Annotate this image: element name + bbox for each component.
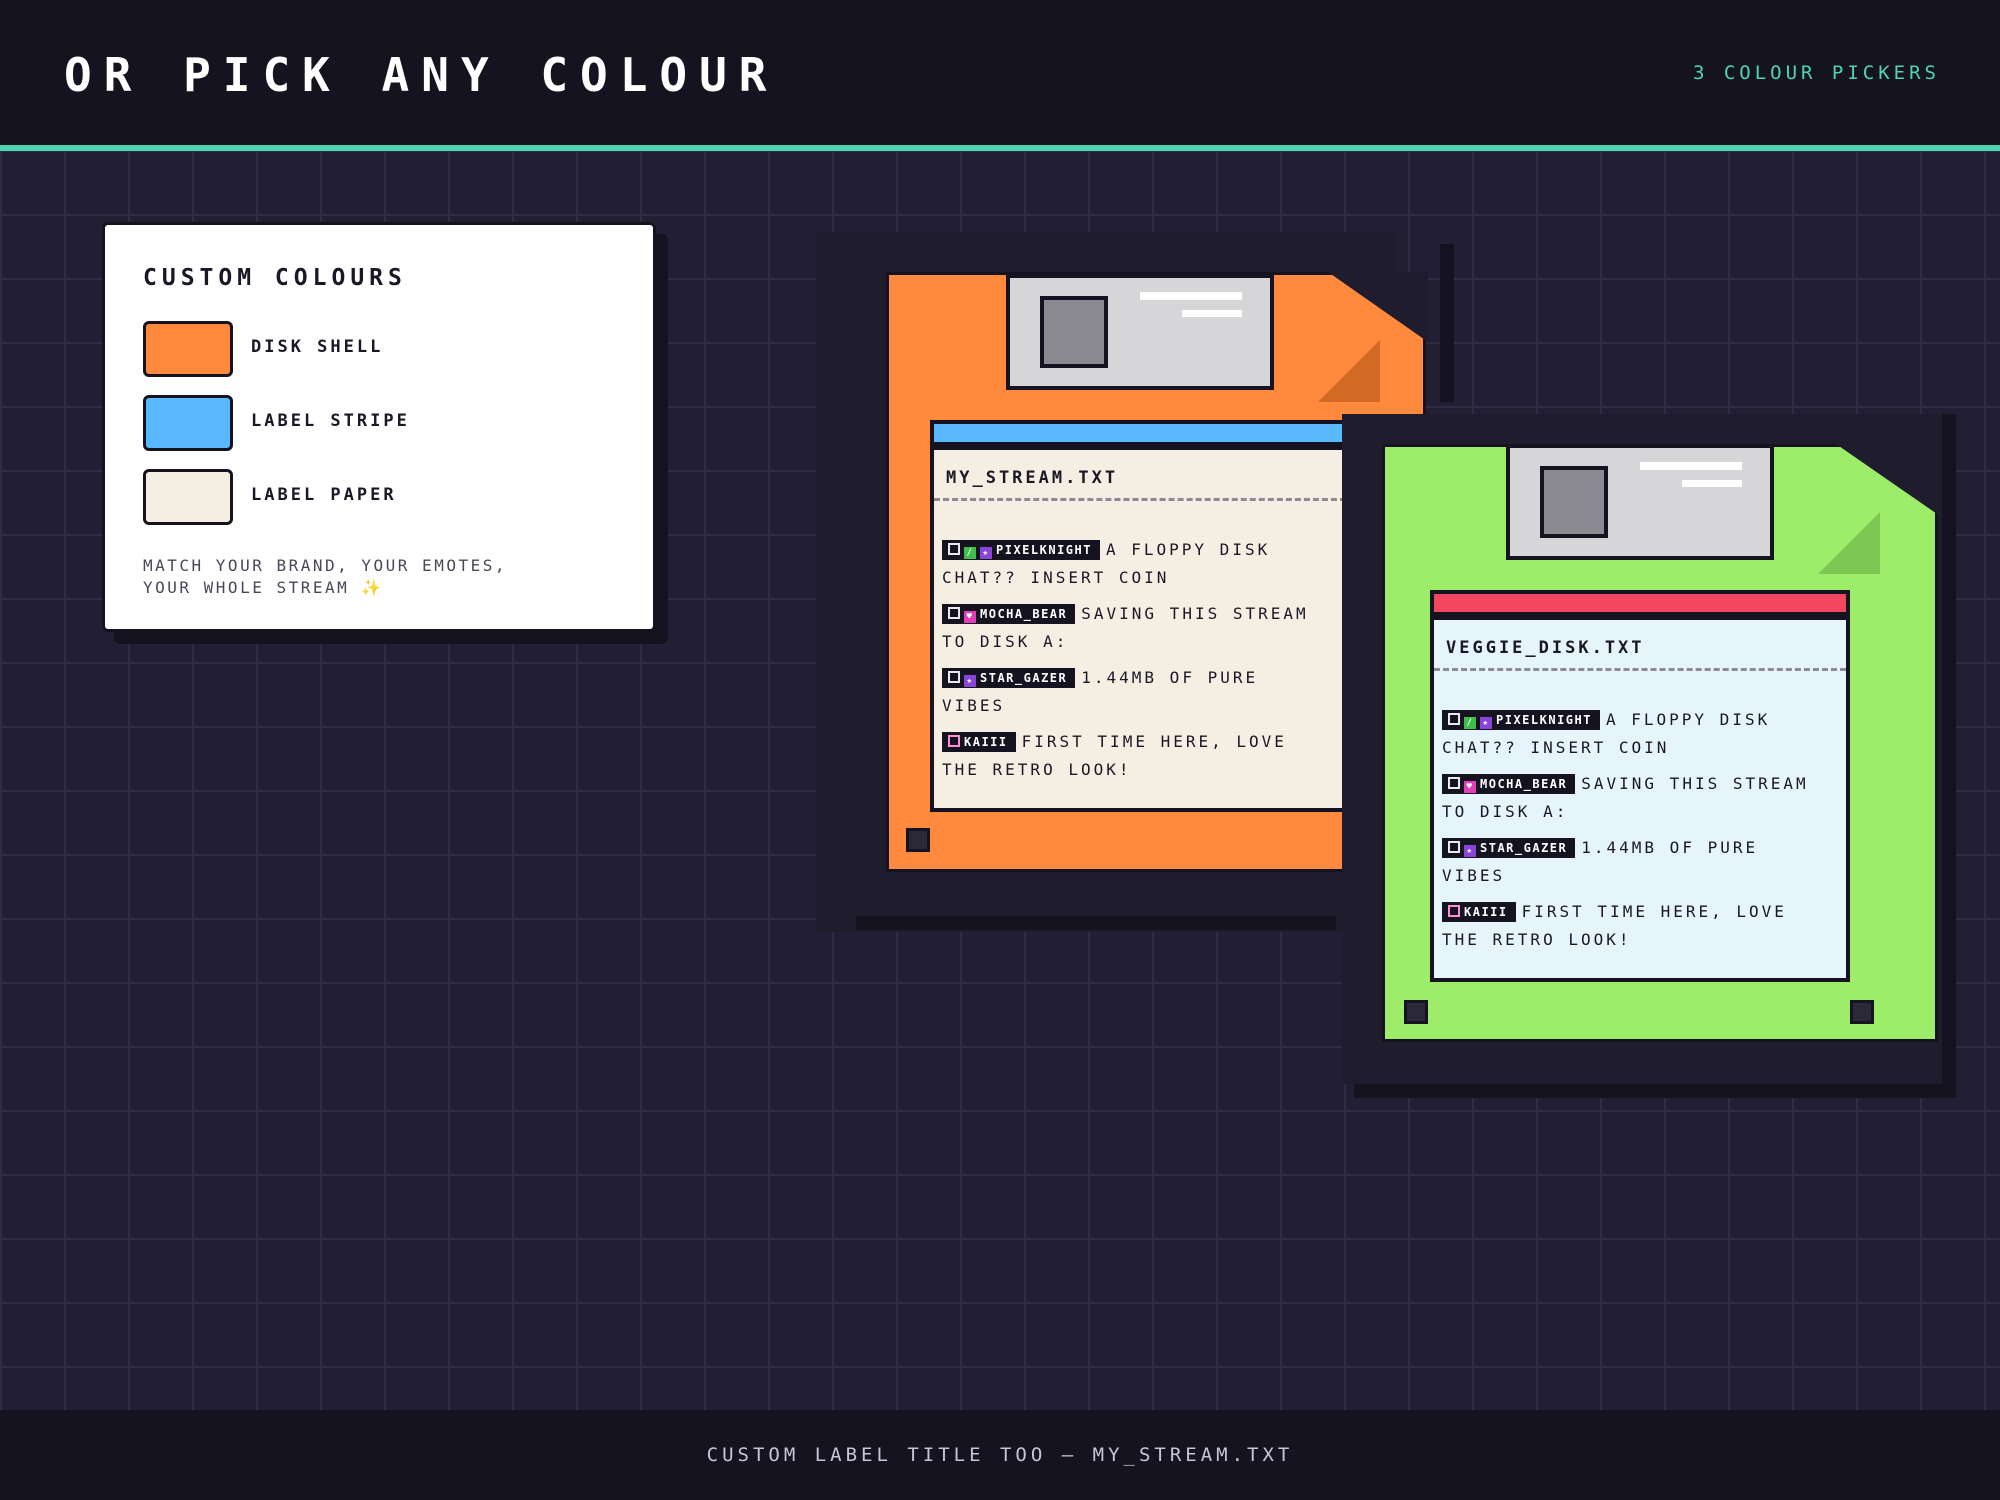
chat-message: ★ STAR_GAZER 1.44MB OF PURE VIBES <box>1442 834 1832 890</box>
star-icon: ★ <box>1480 717 1492 729</box>
metal-shutter <box>1006 274 1274 390</box>
label-paper-swatch[interactable] <box>143 469 233 525</box>
username: STAR_GAZER <box>1480 841 1568 855</box>
sword-icon: / <box>964 547 976 559</box>
floppy-disk-green: VEGGIE_DISK.TXT / ★ PIXELKNIGHT A FLOPPY DI… <box>1342 414 1962 1098</box>
chat-message: KAIII FIRST TIME HERE, LOVE THE RETRO LOO… <box>1442 898 1832 954</box>
star-icon: ★ <box>964 675 976 687</box>
username-tag: ♥ MOCHA_BEAR <box>1442 774 1576 794</box>
panel-note-line2: YOUR WHOLE STREAM ✨ <box>143 578 384 597</box>
shutter-window <box>1540 466 1608 538</box>
write-protect-hole <box>1404 1000 1428 1024</box>
write-protect-hole <box>906 828 930 852</box>
label-paper-picker[interactable]: LABEL PAPER <box>143 469 603 525</box>
label-title: VEGGIE_DISK.TXT <box>1446 638 1645 658</box>
corner-cut <box>1328 272 1428 342</box>
disk-label: MY_STREAM.TXT / ★ PIXELKNIGHT A FLOPPY DISK… <box>930 420 1350 812</box>
username-tag: KAIII <box>942 732 1016 752</box>
label-divider <box>1434 668 1846 671</box>
sword-icon: / <box>1464 717 1476 729</box>
label-divider <box>934 498 1346 501</box>
heart-icon: ♥ <box>964 611 976 623</box>
username-tag: ★ STAR_GAZER <box>1442 838 1576 858</box>
username: MOCHA_BEAR <box>1480 777 1568 791</box>
username: PIXELKNIGHT <box>996 543 1092 557</box>
label-stripe-swatch[interactable] <box>143 395 233 451</box>
footer-caption: CUSTOM LABEL TITLE TOO — MY_STREAM.TXT <box>706 1444 1294 1466</box>
chat-message: / ★ PIXELKNIGHT A FLOPPY DISK CHAT?? INSERT… <box>942 536 1332 592</box>
username-tag: / ★ PIXELKNIGHT <box>942 540 1100 560</box>
chat-message: / ★ PIXELKNIGHT A FLOPPY DISK CHAT?? INSERT… <box>1442 706 1832 762</box>
username: PIXELKNIGHT <box>1496 713 1592 727</box>
square-icon <box>1448 905 1460 917</box>
custom-colours-panel: CUSTOM COLOURS DISK SHELL LABEL STRIPE L… <box>102 222 656 632</box>
square-icon <box>948 735 960 747</box>
chat-message: ♥ MOCHA_BEAR SAVING THIS STREAM TO DISK A: <box>1442 770 1832 826</box>
colour-pickers-count: 3 COLOUR PICKERS <box>1692 62 1940 84</box>
disk-shell-picker[interactable]: DISK SHELL <box>143 321 603 377</box>
density-hole <box>1850 1000 1874 1024</box>
square-icon <box>948 607 960 619</box>
label-stripe <box>1434 594 1846 612</box>
star-icon: ★ <box>980 547 992 559</box>
username-tag: / ★ PIXELKNIGHT <box>1442 710 1600 730</box>
panel-note-line1: MATCH YOUR BRAND, YOUR EMOTES, <box>143 556 507 575</box>
floppy-disk-orange: MY_STREAM.TXT / ★ PIXELKNIGHT A FLOPPY DISK… <box>816 232 1454 934</box>
username-tag: KAIII <box>1442 902 1516 922</box>
square-icon <box>1448 841 1460 853</box>
username-tag: ★ STAR_GAZER <box>942 668 1076 688</box>
disk-shell-label: DISK SHELL <box>251 337 384 357</box>
corner-cut <box>1836 444 1940 516</box>
star-icon: ★ <box>1464 845 1476 857</box>
username: STAR_GAZER <box>980 671 1068 685</box>
label-title: MY_STREAM.TXT <box>946 468 1119 488</box>
square-icon <box>1448 777 1460 789</box>
chat-feed: / ★ PIXELKNIGHT A FLOPPY DISK CHAT?? INSERT… <box>942 536 1332 792</box>
label-stripe-label: LABEL STRIPE <box>251 411 410 431</box>
chat-message: ♥ MOCHA_BEAR SAVING THIS STREAM TO DISK A: <box>942 600 1332 656</box>
label-stripe <box>934 424 1346 442</box>
chat-feed: / ★ PIXELKNIGHT A FLOPPY DISK CHAT?? INSERT… <box>1442 706 1832 962</box>
metal-shutter <box>1506 444 1774 560</box>
disk-shell-swatch[interactable] <box>143 321 233 377</box>
label-stripe-picker[interactable]: LABEL STRIPE <box>143 395 603 451</box>
username: KAIII <box>1464 905 1508 919</box>
square-icon <box>948 671 960 683</box>
label-paper-label: LABEL PAPER <box>251 485 397 505</box>
panel-title: CUSTOM COLOURS <box>143 265 407 291</box>
page-title: OR PICK ANY COLOUR <box>64 48 779 102</box>
chat-message: ★ STAR_GAZER 1.44MB OF PURE VIBES <box>942 664 1332 720</box>
panel-note: MATCH YOUR BRAND, YOUR EMOTES, YOUR WHOL… <box>143 555 603 599</box>
square-icon <box>1448 713 1460 725</box>
username: MOCHA_BEAR <box>980 607 1068 621</box>
disk-label: VEGGIE_DISK.TXT / ★ PIXELKNIGHT A FLOPPY DI… <box>1430 590 1850 982</box>
square-icon <box>948 543 960 555</box>
header-bar: OR PICK ANY COLOUR 3 COLOUR PICKERS <box>0 0 2000 151</box>
heart-icon: ♥ <box>1464 781 1476 793</box>
username-tag: ♥ MOCHA_BEAR <box>942 604 1076 624</box>
chat-message: KAIII FIRST TIME HERE, LOVE THE RETRO LOO… <box>942 728 1332 784</box>
username: KAIII <box>964 735 1008 749</box>
footer-bar: CUSTOM LABEL TITLE TOO — MY_STREAM.TXT <box>0 1410 2000 1500</box>
shutter-window <box>1040 296 1108 368</box>
